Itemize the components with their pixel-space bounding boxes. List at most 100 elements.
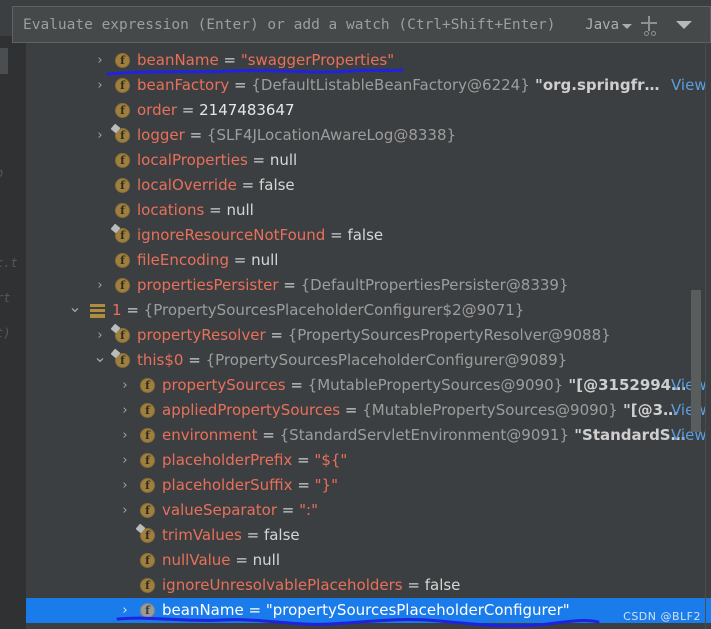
equals-sign: = xyxy=(402,576,425,594)
expand-arrow-icon[interactable]: › xyxy=(93,273,107,298)
tree-row-text: beanName = "propertySourcesPlaceholderCo… xyxy=(162,598,570,623)
collapse-arrow-icon[interactable]: ⌄ xyxy=(68,298,82,323)
variable-name: logger xyxy=(137,126,185,144)
field-icon: f xyxy=(115,178,130,193)
variable-name: fileEncoding xyxy=(137,251,229,269)
equals-sign: = xyxy=(230,551,253,569)
tree-row[interactable]: › f placeholderSuffix = "}" xyxy=(26,473,711,498)
equals-sign: = xyxy=(257,426,280,444)
variable-name: ignoreResourceNotFound xyxy=(137,226,326,244)
language-label: Java xyxy=(585,16,619,33)
expand-arrow-icon[interactable]: › xyxy=(118,398,132,423)
tree-row[interactable]: › f beanFactory = {DefaultListableBeanFact… xyxy=(26,73,711,98)
vertical-scrollbar-thumb[interactable] xyxy=(691,290,701,432)
watermark-text: CSDN @BLF2 xyxy=(623,610,701,623)
variable-value-preview: "StandardS… xyxy=(569,426,686,444)
view-link[interactable]: View xyxy=(671,398,707,423)
toolbar-more-button[interactable] xyxy=(666,7,710,42)
field-icon: f xyxy=(115,228,130,243)
variable-value: null xyxy=(251,251,279,269)
expand-arrow-icon[interactable]: › xyxy=(118,598,132,623)
collapse-arrow-icon[interactable]: ⌄ xyxy=(93,348,107,373)
tree-row[interactable]: › f propertiesPersister = {DefaultProperti… xyxy=(26,273,711,298)
add-watch-plus-icon[interactable] xyxy=(632,7,666,42)
expand-arrow-icon[interactable]: › xyxy=(118,448,132,473)
equals-sign: = xyxy=(277,501,300,519)
field-icon: f xyxy=(140,428,155,443)
evaluate-expression-input[interactable]: Evaluate expression (Enter) or add a wat… xyxy=(13,17,585,33)
tree-row-text: propertyResolver = {PropertySourcesPrope… xyxy=(137,323,611,348)
tree-row[interactable]: › f logger = {SLF4JLocationAwareLog@8338} xyxy=(26,123,711,148)
tree-row-text: ignoreResourceNotFound = false xyxy=(137,223,383,248)
expand-arrow-icon[interactable]: › xyxy=(118,423,132,448)
variable-value: null xyxy=(226,201,254,219)
tree-row[interactable]: f locations = null xyxy=(26,198,711,223)
expand-arrow-icon[interactable]: › xyxy=(118,373,132,398)
debugger-variables-panel: b c.t rt t) Evaluate expression (Enter) or … xyxy=(0,0,711,629)
tree-row-text: placeholderSuffix = "}" xyxy=(162,473,338,498)
tree-row[interactable]: ⌄ 1 = {PropertySourcesPlaceholderConfigur… xyxy=(26,298,711,323)
field-icon: f xyxy=(115,78,130,93)
field-icon: f xyxy=(115,353,130,368)
evaluate-expression-toolbar[interactable]: Evaluate expression (Enter) or add a wat… xyxy=(12,6,711,43)
variable-value: "propertySourcesPlaceholderConfigurer" xyxy=(265,601,570,619)
tree-row[interactable]: › f propertyResolver = {PropertySourcesPro… xyxy=(26,323,711,348)
equals-sign: = xyxy=(265,326,288,344)
tree-row[interactable]: ⌄ f this$0 = {PropertySourcesPlaceholderCo… xyxy=(26,348,711,373)
field-icon: f xyxy=(115,128,130,143)
equals-sign: = xyxy=(121,301,144,319)
tree-row[interactable]: f localProperties = null xyxy=(26,148,711,173)
tree-row[interactable]: f fileEncoding = null xyxy=(26,248,711,273)
tree-row[interactable]: › f environment = {StandardServletEnvironm… xyxy=(26,423,711,448)
expand-arrow-icon[interactable]: › xyxy=(118,498,132,523)
variable-value: {MutablePropertySources@9090} xyxy=(307,376,564,394)
expand-arrow-icon[interactable]: › xyxy=(93,323,107,348)
variable-value: {StandardServletEnvironment@9091} xyxy=(279,426,569,444)
view-link[interactable]: View xyxy=(671,373,707,398)
field-icon: f xyxy=(140,603,155,618)
variable-value: "}" xyxy=(314,476,338,494)
equals-sign: = xyxy=(228,251,252,269)
equals-sign: = xyxy=(278,276,301,294)
expand-arrow-icon[interactable]: › xyxy=(118,473,132,498)
tree-row[interactable]: › f placeholderPrefix = "${" xyxy=(26,448,711,473)
tree-row[interactable]: f order = 2147483647 xyxy=(26,98,711,123)
tree-row[interactable]: › f propertySources = {MutablePropertySour… xyxy=(26,373,711,398)
language-selector[interactable]: Java xyxy=(585,7,632,42)
variable-name: environment xyxy=(162,426,258,444)
tree-row-text: appliedPropertySources = {MutablePropert… xyxy=(162,398,678,423)
tree-row[interactable]: › f appliedPropertySources = {MutablePrope… xyxy=(26,398,711,423)
field-icon: f xyxy=(140,528,155,543)
equals-sign: = xyxy=(340,401,363,419)
variables-tree[interactable]: › f beanName = "swaggerProperties" › f beanFa… xyxy=(26,48,711,629)
tree-row[interactable]: › f beanName = "propertySourcesPlaceholder… xyxy=(26,598,711,623)
tree-row-text: valueSeparator = ":" xyxy=(162,498,318,523)
variable-value: ":" xyxy=(299,501,318,519)
tree-row-text: propertiesPersister = {DefaultProperties… xyxy=(137,273,569,298)
tree-row-text: ignoreUnresolvablePlaceholders = false xyxy=(162,573,460,598)
tree-row[interactable]: f ignoreResourceNotFound = false xyxy=(26,223,711,248)
tree-row[interactable]: › f valueSeparator = ":" xyxy=(26,498,711,523)
equals-sign: = xyxy=(292,476,315,494)
tree-row-text: 1 = {PropertySourcesPlaceholderConfigure… xyxy=(112,298,524,323)
variable-value: false xyxy=(263,526,300,544)
expand-arrow-icon[interactable]: › xyxy=(93,48,107,73)
tree-row[interactable]: f localOverride = false xyxy=(26,173,711,198)
field-icon: f xyxy=(115,328,130,343)
variable-name: appliedPropertySources xyxy=(162,401,341,419)
tree-row[interactable]: f ignoreUnresolvablePlaceholders = false xyxy=(26,573,711,598)
variable-name: localOverride xyxy=(137,176,237,194)
tree-row-text: beanName = "swaggerProperties" xyxy=(137,48,394,73)
expand-arrow-icon[interactable]: › xyxy=(93,123,107,148)
tree-row[interactable]: f trimValues = false xyxy=(26,523,711,548)
expand-arrow-icon[interactable]: › xyxy=(93,73,107,98)
variable-name: propertySources xyxy=(162,376,286,394)
tree-row-text: beanFactory = {DefaultListableBeanFactor… xyxy=(137,73,660,98)
view-link[interactable]: View xyxy=(671,423,707,448)
tree-row[interactable]: › f beanName = "swaggerProperties" xyxy=(26,48,711,73)
editor-bg-text: rt xyxy=(0,291,11,305)
variable-name: ignoreUnresolvablePlaceholders xyxy=(162,576,403,594)
view-link[interactable]: View xyxy=(671,73,707,98)
tree-row[interactable]: f nullValue = null xyxy=(26,548,711,573)
equals-sign: = xyxy=(229,76,252,94)
